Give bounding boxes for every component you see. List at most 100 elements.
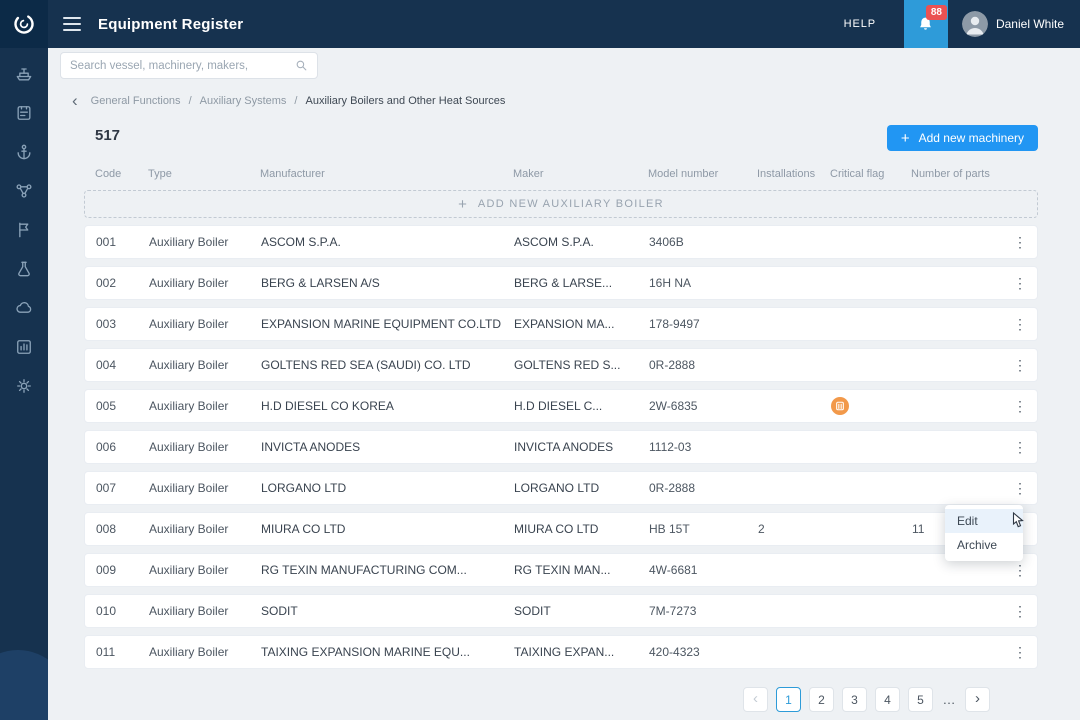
add-auxiliary-boiler-row[interactable]: + ADD NEW AUXILIARY BOILER (84, 190, 1038, 218)
row-menu-button[interactable]: ⋮ (1012, 357, 1034, 374)
cell-maker: GOLTENS RED S... (514, 358, 649, 372)
cloud-icon (14, 298, 34, 318)
flask-icon (14, 259, 34, 279)
table-row[interactable]: 003 Auxiliary Boiler EXPANSION MARINE EQ… (84, 307, 1038, 341)
context-menu-item-edit[interactable]: Edit (945, 509, 1023, 533)
sidebar-item-flags[interactable] (13, 219, 35, 241)
breadcrumb-current[interactable]: Auxiliary Boilers and Other Heat Sources (305, 95, 505, 107)
app-logo[interactable] (0, 0, 48, 48)
add-row-label: ADD NEW AUXILIARY BOILER (478, 198, 664, 210)
main-content: ‹ General Functions / Auxiliary Systems … (48, 48, 1080, 720)
row-menu-button[interactable]: ⋮ (1012, 603, 1034, 620)
table-row[interactable]: 002 Auxiliary Boiler BERG & LARSEN A/S B… (84, 266, 1038, 300)
sidebar-item-planner[interactable] (13, 102, 35, 124)
row-menu-button[interactable]: ⋮ (1012, 316, 1034, 333)
cell-code: 005 (96, 399, 149, 413)
notifications-button[interactable]: 88 (904, 0, 948, 48)
pagination-prev-button[interactable]: ‹ (743, 687, 768, 712)
add-machinery-label: Add new machinery (919, 131, 1024, 145)
row-menu-button[interactable]: ⋮ (1012, 644, 1034, 661)
column-header-installations: Installations (757, 168, 830, 180)
cell-code: 007 (96, 481, 149, 495)
avatar (962, 11, 988, 37)
column-header-critical: Critical flag (830, 168, 911, 180)
cell-manufacturer: MIURA CO LTD (261, 522, 514, 536)
breadcrumb-item[interactable]: Auxiliary Systems (200, 95, 287, 107)
cell-model: 2W-6835 (649, 399, 758, 413)
pagination-page-1[interactable]: 1 (776, 687, 801, 712)
cell-critical-flag (831, 397, 912, 415)
plus-icon: + (901, 131, 910, 146)
table-row[interactable]: 001 Auxiliary Boiler ASCOM S.P.A. ASCOM … (84, 225, 1038, 259)
cell-manufacturer: RG TEXIN MANUFACTURING COM... (261, 563, 514, 577)
cell-manufacturer: GOLTENS RED SEA (SAUDI) CO. LTD (261, 358, 514, 372)
help-link[interactable]: HELP (844, 18, 876, 30)
sidebar-item-settings[interactable] (13, 375, 35, 397)
pagination-page-2[interactable]: 2 (809, 687, 834, 712)
back-chevron-icon[interactable]: ‹ (72, 92, 78, 109)
gear-icon (14, 376, 34, 396)
row-menu-button[interactable]: ⋮ (1012, 439, 1034, 456)
breadcrumb-separator: / (294, 95, 297, 107)
chevron-right-icon: › (975, 690, 980, 709)
cell-maker: ASCOM S.P.A. (514, 235, 649, 249)
table-row[interactable]: 004 Auxiliary Boiler GOLTENS RED SEA (SA… (84, 348, 1038, 382)
table-row[interactable]: 010 Auxiliary Boiler SODIT SODIT 7M-7273… (84, 594, 1038, 628)
column-header-parts: Number of parts (911, 168, 1008, 180)
cell-type: Auxiliary Boiler (149, 317, 261, 331)
table-row[interactable]: 008 Auxiliary Boiler MIURA CO LTD MIURA … (84, 512, 1038, 546)
sidebar (0, 48, 48, 720)
cell-model: 0R-2888 (649, 481, 758, 495)
cell-type: Auxiliary Boiler (149, 276, 261, 290)
pagination-page-3[interactable]: 3 (842, 687, 867, 712)
cell-model: HB 15T (649, 522, 758, 536)
sidebar-item-network[interactable] (13, 180, 35, 202)
row-menu-button[interactable]: ⋮ (1012, 234, 1034, 251)
cell-code: 002 (96, 276, 149, 290)
row-menu-button[interactable]: ⋮ (1012, 562, 1034, 579)
vessel-icon (14, 64, 34, 84)
critical-flag-icon (831, 397, 849, 415)
notification-badge: 88 (926, 5, 947, 20)
anchor-icon (14, 142, 34, 162)
column-header-model: Model number (648, 168, 757, 180)
sidebar-item-reports[interactable] (13, 336, 35, 358)
sidebar-item-vessels[interactable] (13, 63, 35, 85)
add-machinery-button[interactable]: + Add new machinery (887, 125, 1038, 151)
breadcrumb: ‹ General Functions / Auxiliary Systems … (72, 92, 505, 109)
cell-model: 4W-6681 (649, 563, 758, 577)
pagination-ellipsis: … (941, 692, 957, 707)
table-row[interactable]: 011 Auxiliary Boiler TAIXING EXPANSION M… (84, 635, 1038, 669)
cell-code: 009 (96, 563, 149, 577)
table-row[interactable]: 007 Auxiliary Boiler LORGANO LTD LORGANO… (84, 471, 1038, 505)
cell-maker: EXPANSION MA... (514, 317, 649, 331)
cell-manufacturer: SODIT (261, 604, 514, 618)
context-menu-item-archive[interactable]: Archive (945, 533, 1023, 557)
cell-code: 008 (96, 522, 149, 536)
chevron-left-icon: ‹ (753, 690, 758, 709)
table-row[interactable]: 006 Auxiliary Boiler INVICTA ANODES INVI… (84, 430, 1038, 464)
search-input[interactable] (70, 60, 289, 72)
sidebar-item-lab[interactable] (13, 258, 35, 280)
row-menu-button[interactable]: ⋮ (1012, 398, 1034, 415)
sidebar-item-machinery[interactable] (13, 141, 35, 163)
user-menu[interactable]: Daniel White (962, 11, 1064, 37)
row-menu-button[interactable]: ⋮ (1012, 275, 1034, 292)
pagination-page-5[interactable]: 5 (908, 687, 933, 712)
table-row[interactable]: 009 Auxiliary Boiler RG TEXIN MANUFACTUR… (84, 553, 1038, 587)
column-header-type: Type (148, 168, 260, 180)
cell-maker: H.D DIESEL C... (514, 399, 649, 413)
pagination-page-4[interactable]: 4 (875, 687, 900, 712)
column-header-code: Code (95, 168, 148, 180)
row-menu-button[interactable]: ⋮ (1012, 480, 1034, 497)
breadcrumb-separator: / (189, 95, 192, 107)
cell-code: 011 (96, 645, 149, 659)
table-row[interactable]: 005 Auxiliary Boiler H.D DIESEL CO KOREA… (84, 389, 1038, 423)
cell-model: 3406B (649, 235, 758, 249)
menu-toggle-button[interactable] (63, 17, 81, 31)
breadcrumb-item[interactable]: General Functions (91, 95, 181, 107)
sidebar-item-cloud[interactable] (13, 297, 35, 319)
pagination-next-button[interactable]: › (965, 687, 990, 712)
network-icon (14, 181, 34, 201)
cell-code: 001 (96, 235, 149, 249)
